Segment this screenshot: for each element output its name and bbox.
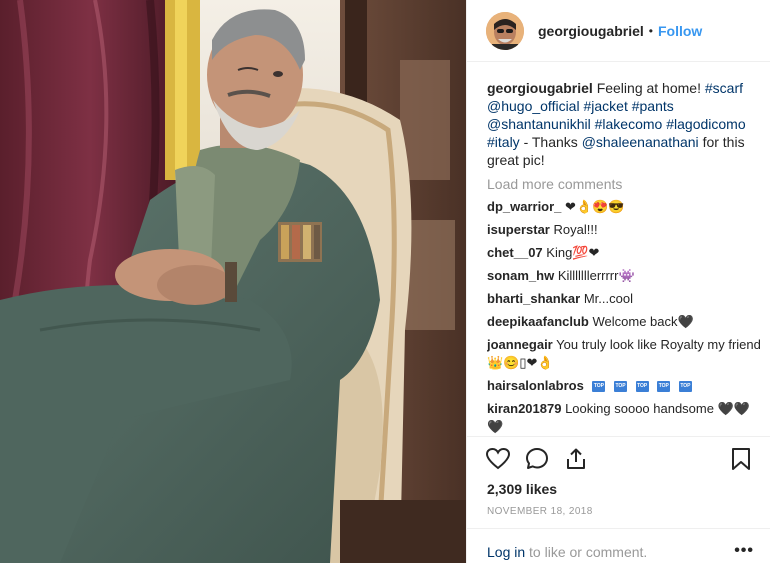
- comment-username[interactable]: bharti_shankar: [487, 291, 580, 306]
- comment-text: Royal!!!: [553, 222, 598, 237]
- header-username[interactable]: georgiougabriel: [538, 23, 644, 39]
- top-emoji: TOP: [592, 381, 606, 393]
- comment-item: sonam_hw Killlllllerrrrr👾: [487, 267, 765, 285]
- login-prompt-text: to like or comment.: [529, 544, 648, 560]
- comment-text: King💯❤: [546, 245, 600, 260]
- top-emoji: TOP: [657, 381, 671, 393]
- likes-count[interactable]: 2,309 likes: [487, 481, 557, 497]
- mention-link[interactable]: @hugo_official: [487, 98, 580, 114]
- share-arrow-icon[interactable]: [563, 446, 589, 472]
- post-photo[interactable]: [0, 0, 466, 563]
- hashtag-link[interactable]: #lakecomo: [595, 116, 663, 132]
- hashtag-link[interactable]: #pants: [632, 98, 674, 114]
- post-header: georgiougabriel • Follow: [467, 0, 770, 62]
- mention-link[interactable]: @shantanunikhil: [487, 116, 591, 132]
- bookmark-icon[interactable]: [728, 446, 754, 472]
- header-separator: •: [648, 23, 653, 38]
- comment-username[interactable]: isuperstar: [487, 222, 550, 237]
- login-link[interactable]: Log in: [487, 544, 525, 560]
- hashtag-link[interactable]: #italy: [487, 134, 520, 150]
- hashtag-link[interactable]: #scarf: [705, 80, 743, 96]
- comment-text: Mr...cool: [583, 291, 633, 306]
- follow-button[interactable]: Follow: [658, 23, 702, 39]
- mention-link[interactable]: @shaleenanathani: [582, 134, 699, 150]
- caption-username[interactable]: georgiougabriel: [487, 80, 593, 96]
- caption: georgiougabriel Feeling at home! #scarf …: [487, 79, 765, 169]
- comment-item: bharti_shankar Mr...cool: [487, 290, 765, 308]
- top-emoji: TOP: [614, 381, 628, 393]
- action-bar: [485, 446, 589, 474]
- divider: [467, 528, 770, 529]
- comment-text: Welcome back🖤: [592, 314, 694, 329]
- hashtag-link[interactable]: #jacket: [583, 98, 627, 114]
- heart-outline-icon[interactable]: [485, 446, 511, 472]
- comment-item: dp_warrior_ ❤👌😍😎: [487, 198, 765, 216]
- comment-text: Killlllllerrrrr👾: [557, 268, 635, 283]
- comment-item: kiran201879 Looking soooo handsome 🖤🖤🖤: [487, 400, 765, 435]
- comment-username[interactable]: chet__07: [487, 245, 543, 260]
- load-more-comments-button[interactable]: Load more comments: [487, 175, 765, 193]
- comment-text: ❤👌😍😎: [565, 199, 625, 214]
- top-emoji: TOP: [678, 381, 692, 393]
- hashtag-link[interactable]: #lagodicomo: [666, 116, 745, 132]
- comment-item: deepikaafanclub Welcome back🖤: [487, 313, 765, 331]
- divider: [467, 436, 770, 437]
- caption-text: - Thanks: [523, 134, 578, 150]
- caption-text: Feeling at home!: [596, 80, 701, 96]
- post-photo-image: [0, 0, 466, 563]
- comments-list: georgiougabriel Feeling at home! #scarf …: [487, 79, 765, 435]
- login-prompt: Log in to like or comment.: [487, 544, 647, 560]
- comment-username[interactable]: hairsalonlabros: [487, 378, 584, 393]
- speech-bubble-icon[interactable]: [524, 446, 550, 472]
- comment-item: chet__07 King💯❤: [487, 244, 765, 262]
- comment-username[interactable]: joannegair: [487, 337, 553, 352]
- comment-item: isuperstar Royal!!!: [487, 221, 765, 239]
- comment-username[interactable]: sonam_hw: [487, 268, 554, 283]
- avatar[interactable]: [486, 11, 524, 50]
- ellipsis-icon[interactable]: •••: [734, 542, 754, 560]
- top-emoji: TOP: [635, 381, 649, 393]
- comment-username[interactable]: kiran201879: [487, 401, 561, 416]
- post-date[interactable]: NOVEMBER 18, 2018: [487, 506, 593, 517]
- comment-username[interactable]: dp_warrior_: [487, 199, 561, 214]
- comment-item: hairsalonlabros TOP TOP TOP TOP TOP: [487, 377, 765, 395]
- comment-username[interactable]: deepikaafanclub: [487, 314, 589, 329]
- post-side-panel: georgiougabriel • Follow georgiougabriel…: [466, 0, 770, 563]
- comment-item: joannegair You truly look like Royalty m…: [487, 336, 765, 372]
